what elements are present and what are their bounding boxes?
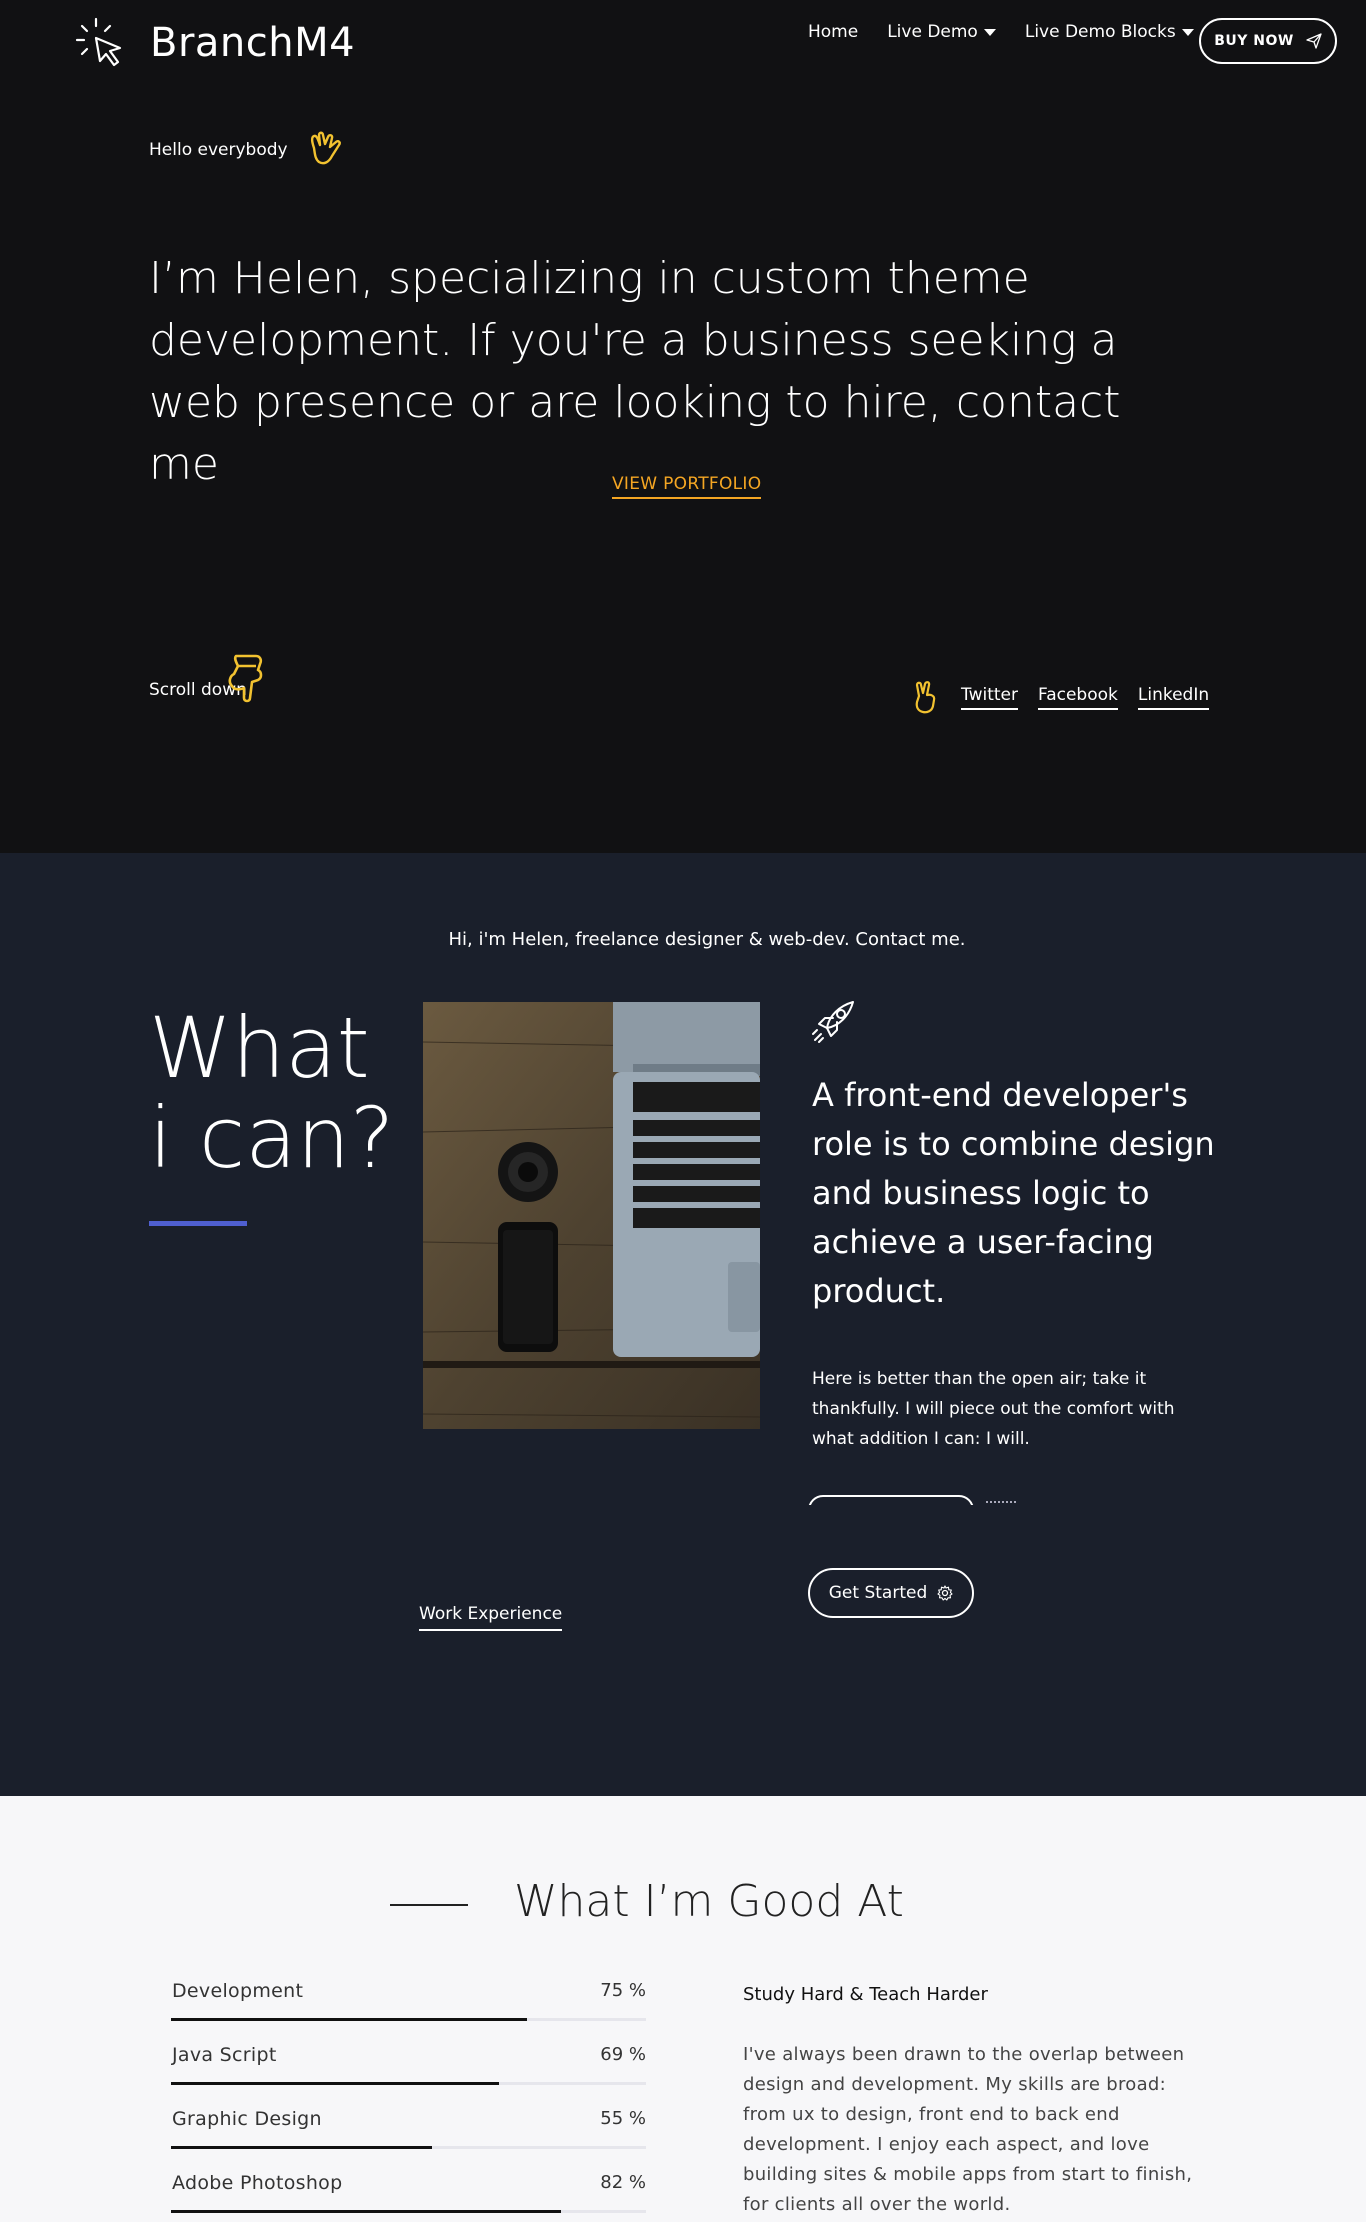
vulcan-hand-icon xyxy=(310,131,341,165)
skills-section: What I’m Good At Development 75 % Java S… xyxy=(0,1796,1366,2222)
skill-bar-track xyxy=(171,2146,646,2149)
brand-logo[interactable]: BranchM4 xyxy=(74,16,355,70)
peace-hand-icon xyxy=(915,681,936,714)
buy-now-button[interactable]: BUY NOW xyxy=(1199,18,1337,64)
caret-down-icon xyxy=(1181,28,1194,36)
about-intro: Hi, i'm Helen, freelance designer & web-… xyxy=(448,929,966,950)
get-started-button[interactable]: Get Started xyxy=(808,1568,974,1618)
title-underline xyxy=(149,1221,247,1226)
dotted-divider xyxy=(986,1501,1016,1503)
skill-bar-track xyxy=(171,2082,646,2085)
gear-icon xyxy=(937,1585,953,1601)
about-section: Hi, i'm Helen, freelance designer & web-… xyxy=(0,853,1366,1796)
nav-home[interactable]: Home xyxy=(808,22,858,42)
skill-bar-track xyxy=(171,2210,646,2213)
hero-headline: I’m Helen, specializing in custom theme … xyxy=(149,253,1121,490)
workspace-photo xyxy=(423,1002,760,1429)
skill-bar-track xyxy=(171,2018,646,2021)
title-line-1: What xyxy=(149,999,370,1097)
social-links: Twitter Facebook LinkedIn xyxy=(911,680,1210,714)
main-nav: Home Live Demo Live Demo Blocks xyxy=(808,22,1194,42)
nav-live-demo[interactable]: Live Demo xyxy=(887,22,996,42)
hero-section: BranchM4 Home Live Demo Live Demo Blocks… xyxy=(0,0,1366,853)
linkedin-link[interactable]: LinkedIn xyxy=(1137,685,1210,710)
get-started-label: Get Started xyxy=(828,1583,928,1603)
title-line-2: i can? xyxy=(149,1089,395,1187)
twitter-link[interactable]: Twitter xyxy=(961,685,1018,710)
skills-title: What I’m Good At xyxy=(514,1876,904,1927)
buy-now-label: BUY NOW xyxy=(1214,33,1294,49)
skill-percent: 55 % xyxy=(600,2108,646,2129)
rocket-icon xyxy=(812,1001,854,1043)
developer-role-text: A front-end developer's role is to combi… xyxy=(812,1076,1215,1310)
skill-name: Graphic Design xyxy=(172,2108,322,2130)
skill-bar-fill xyxy=(171,2210,561,2213)
nav-live-demo-label: Live Demo xyxy=(887,22,978,42)
skill-bar-fill xyxy=(171,2018,528,2021)
skill-row: Java Script 69 % xyxy=(171,2044,646,2108)
skill-name: Java Script xyxy=(172,2044,277,2066)
view-portfolio-link[interactable]: VIEW PORTFOLIO xyxy=(612,474,762,499)
send-icon xyxy=(1306,33,1322,49)
skill-row: Development 75 % xyxy=(171,1980,646,2044)
nav-live-demo-blocks[interactable]: Live Demo Blocks xyxy=(1025,22,1194,42)
clipped-button-row xyxy=(808,1495,1028,1505)
work-experience-link[interactable]: Work Experience xyxy=(419,1604,563,1631)
skill-bar-fill xyxy=(171,2082,499,2085)
skill-percent: 82 % xyxy=(600,2172,646,2193)
cursor-click-icon xyxy=(75,17,122,67)
nav-home-label: Home xyxy=(808,22,859,42)
skills-list: Development 75 % Java Script 69 % Graphi… xyxy=(171,1980,646,2222)
title-dash xyxy=(390,1904,468,1906)
clipped-button xyxy=(808,1495,974,1505)
skill-percent: 69 % xyxy=(600,2044,646,2065)
brand-name: BranchM4 xyxy=(150,20,356,66)
nav-live-demo-blocks-label: Live Demo Blocks xyxy=(1024,22,1176,42)
point-down-hand-icon xyxy=(228,654,263,703)
skill-bar-fill xyxy=(171,2146,433,2149)
skill-percent: 75 % xyxy=(600,1980,646,2001)
skill-row: Graphic Design 55 % xyxy=(171,2108,646,2172)
study-title: Study Hard & Teach Harder xyxy=(743,1984,988,2005)
hello-line: Hello everybody xyxy=(149,128,350,172)
study-text: I've always been drawn to the overlap be… xyxy=(743,2044,1193,2215)
what-i-can-title: What i can? xyxy=(149,1003,395,1183)
caret-down-icon xyxy=(983,28,996,36)
skill-name: Adobe Photoshop xyxy=(172,2172,343,2194)
about-description: Here is better than the open air; take i… xyxy=(812,1369,1175,1449)
skill-row: Adobe Photoshop 82 % xyxy=(171,2172,646,2222)
skill-name: Development xyxy=(172,1980,304,2002)
facebook-link[interactable]: Facebook xyxy=(1037,685,1118,710)
hello-text: Hello everybody xyxy=(149,140,288,160)
